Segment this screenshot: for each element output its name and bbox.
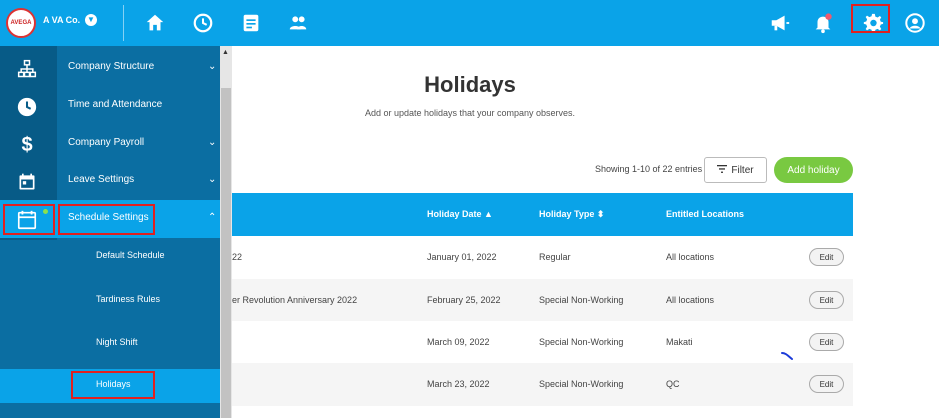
filter-label: Filter bbox=[731, 164, 754, 176]
home-icon[interactable] bbox=[141, 9, 169, 37]
label-highlight-box bbox=[58, 204, 155, 235]
holiday-location: All locations bbox=[666, 295, 715, 305]
chevron-down-icon: ⌄ bbox=[208, 61, 217, 72]
filter-icon bbox=[717, 164, 728, 176]
holiday-name: er Revolution Anniversary 2022 bbox=[232, 295, 358, 305]
sidebar-item-label: Time and Attendance bbox=[68, 99, 163, 110]
sidebar-item-company-structure[interactable]: Company Structure ⌄ bbox=[0, 49, 220, 87]
table-row: March 09, 2022 Special Non-Working Makat… bbox=[232, 321, 853, 364]
submenu-label: Tardiness Rules bbox=[96, 294, 161, 304]
sidebar-item-company-payroll[interactable]: $ Company Payroll ⌄ bbox=[0, 125, 220, 163]
bell-icon[interactable] bbox=[809, 9, 837, 37]
calendar-icon bbox=[15, 171, 39, 193]
chevron-down-icon: ⌄ bbox=[208, 174, 217, 185]
chevron-down-icon[interactable]: ▼ bbox=[85, 14, 97, 26]
holiday-location: QC bbox=[666, 379, 680, 389]
holiday-type: Special Non-Working bbox=[539, 379, 624, 389]
sidebar-item-label: Leave Settings bbox=[68, 174, 135, 185]
edit-button[interactable]: Edit bbox=[809, 333, 844, 351]
holiday-type: Regular bbox=[539, 252, 571, 262]
edit-button[interactable]: Edit bbox=[809, 248, 844, 266]
clock-icon bbox=[15, 96, 39, 118]
chevron-up-icon: ⌃ bbox=[208, 212, 217, 223]
people-icon[interactable] bbox=[284, 9, 312, 37]
column-header-date[interactable]: Holiday Date ▲ bbox=[427, 209, 493, 219]
column-header-locations: Entitled Locations bbox=[666, 209, 745, 219]
column-header-type[interactable]: Holiday Type ⬍ bbox=[539, 209, 604, 220]
holiday-date: February 25, 2022 bbox=[427, 295, 501, 305]
page-title: Holidays bbox=[424, 72, 516, 97]
dollar-icon: $ bbox=[21, 133, 33, 156]
table-row: 22 January 01, 2022 Regular All location… bbox=[232, 236, 853, 279]
holiday-location: All locations bbox=[666, 252, 715, 262]
pen-mark bbox=[781, 352, 793, 360]
sidebar-item-label: Company Payroll bbox=[68, 137, 145, 148]
holiday-date: January 01, 2022 bbox=[427, 252, 497, 262]
table-header: Holiday Date ▲ Holiday Type ⬍ Entitled L… bbox=[232, 193, 853, 236]
account-icon[interactable] bbox=[901, 9, 929, 37]
sidebar-item-leave-settings[interactable]: Leave Settings ⌄ bbox=[0, 162, 220, 200]
company-name[interactable]: A VA Co. bbox=[43, 15, 80, 25]
holiday-name: 22 bbox=[232, 252, 243, 262]
divider bbox=[123, 5, 124, 41]
scroll-up-icon[interactable]: ▲ bbox=[222, 49, 229, 56]
chevron-down-icon: ⌄ bbox=[208, 137, 217, 148]
org-chart-icon bbox=[15, 58, 39, 80]
scrollbar-thumb[interactable] bbox=[221, 88, 231, 418]
filter-button[interactable]: Filter bbox=[704, 157, 767, 183]
logo-text: AVEGA bbox=[10, 20, 32, 26]
holiday-date: March 09, 2022 bbox=[427, 337, 490, 347]
clock-icon[interactable] bbox=[189, 9, 217, 37]
holiday-type: Special Non-Working bbox=[539, 295, 624, 305]
submenu-label: Default Schedule bbox=[96, 250, 165, 260]
sidebar-item-label: Company Structure bbox=[68, 61, 155, 72]
submenu-label: Night Shift bbox=[96, 337, 138, 347]
holiday-type: Special Non-Working bbox=[539, 337, 624, 347]
megaphone-icon[interactable] bbox=[766, 9, 794, 37]
holidays-highlight-box bbox=[71, 371, 155, 399]
table-row: March 23, 2022 Special Non-Working QC Ed… bbox=[232, 363, 853, 406]
add-holiday-button[interactable]: Add holiday bbox=[774, 157, 853, 183]
holiday-location: Makati bbox=[666, 337, 693, 347]
icon-highlight-box bbox=[3, 204, 55, 235]
gear-highlight-box bbox=[851, 4, 890, 33]
page-subtitle: Add or update holidays that your company… bbox=[364, 108, 576, 118]
company-logo[interactable]: AVEGA bbox=[6, 8, 36, 38]
entries-count: Showing 1-10 of 22 entries bbox=[595, 164, 703, 174]
sidebar-item-time-and-attendance[interactable]: Time and Attendance bbox=[0, 87, 220, 125]
document-icon[interactable] bbox=[237, 9, 265, 37]
holiday-date: March 23, 2022 bbox=[427, 379, 490, 389]
edit-button[interactable]: Edit bbox=[809, 291, 844, 309]
table-row: er Revolution Anniversary 2022 February … bbox=[232, 279, 853, 322]
edit-button[interactable]: Edit bbox=[809, 375, 844, 393]
